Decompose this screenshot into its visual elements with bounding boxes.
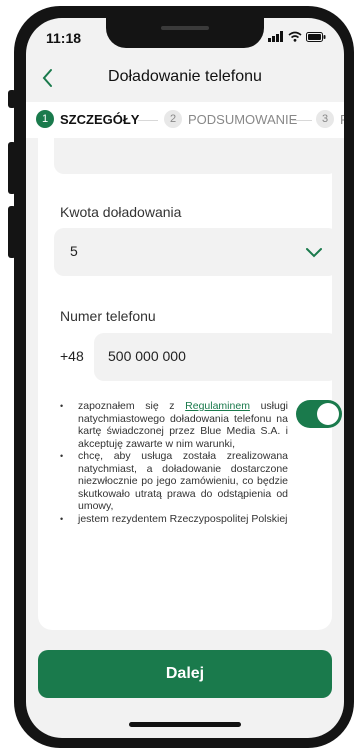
status-icons	[268, 31, 326, 42]
step-3: 3 PO	[316, 110, 344, 128]
terms-item-1-prefix: zapoznałem się z	[78, 400, 175, 412]
amount-select[interactable]: 5	[54, 228, 338, 276]
speaker-bar	[161, 26, 209, 30]
consent-toggle[interactable]	[296, 400, 342, 428]
step-2-number: 2	[164, 110, 182, 128]
header: Doładowanie telefonu	[26, 62, 344, 102]
terms-item-immediate: chcę, aby usługa została zrealizowana na…	[58, 450, 288, 513]
step-1-number: 1	[36, 110, 54, 128]
step-1: 1 SZCZEGÓŁY	[36, 110, 139, 128]
toggle-knob	[317, 403, 339, 425]
step-2: 2 PODSUMOWANIE	[164, 110, 297, 128]
phone-value: 500 000 000	[108, 348, 186, 364]
notch	[106, 18, 264, 48]
status-time: 11:18	[46, 30, 82, 46]
amount-value: 5	[70, 243, 78, 259]
chevron-down-icon	[306, 248, 322, 258]
amount-label: Kwota doładowania	[60, 204, 182, 220]
stepper: 1 SZCZEGÓŁY 2 PODSUMOWANIE 3 PO	[26, 102, 344, 138]
terms-item-residency: jestem rezydentem Rzeczypospolitej Polsk…	[58, 513, 288, 526]
phone-input[interactable]: 500 000 000	[94, 333, 338, 381]
step-1-label: SZCZEGÓŁY	[60, 111, 140, 127]
step-3-number: 3	[316, 110, 334, 128]
step-separator	[292, 120, 312, 121]
page-title: Doładowanie telefonu	[108, 68, 262, 85]
terms-item-regulations: zapoznałem się z Regulaminem usługi naty…	[58, 400, 288, 450]
previous-field	[54, 138, 338, 174]
battery-icon	[306, 31, 326, 42]
step-separator	[138, 120, 158, 121]
home-indicator	[129, 722, 241, 727]
form-card: Kwota doładowania 5 Numer telefonu +48 5…	[38, 138, 342, 630]
regulations-link[interactable]: Regulaminem	[185, 400, 250, 412]
wifi-icon	[288, 31, 302, 42]
phone-label: Numer telefonu	[60, 308, 156, 324]
step-2-label: PODSUMOWANIE	[188, 111, 298, 127]
step-3-label: PO	[340, 112, 344, 127]
next-button[interactable]: Dalej	[38, 650, 332, 698]
phone-prefix: +48	[60, 348, 84, 364]
terms-list: zapoznałem się z Regulaminem usługi naty…	[58, 400, 288, 525]
signal-icon	[268, 31, 283, 42]
app-screen: 11:18 Doładowanie telefonu 1 SZCZEGÓŁY 2…	[26, 18, 344, 738]
